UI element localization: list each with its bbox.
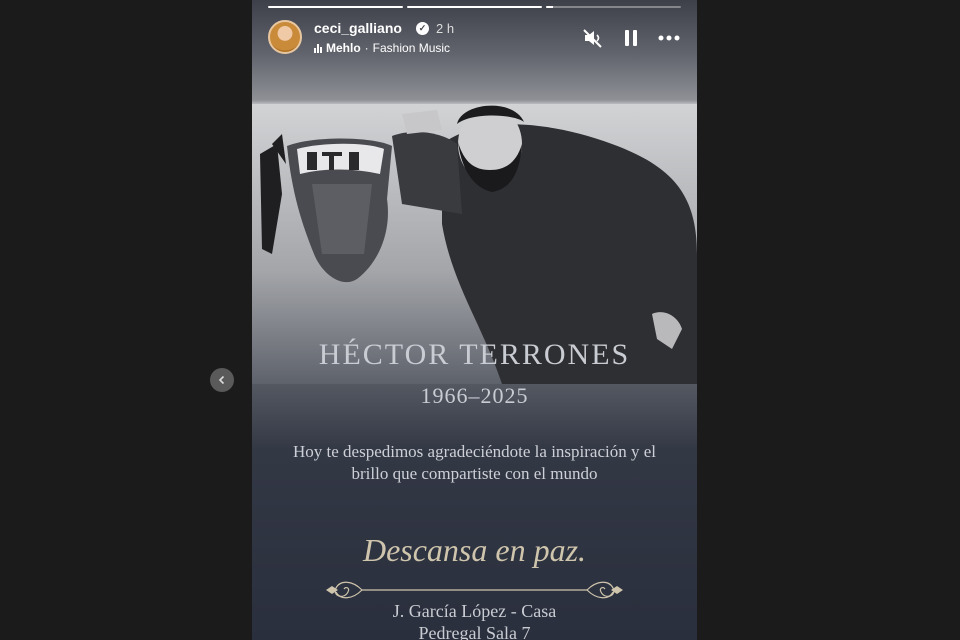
rest-in-peace-text: Descansa en paz. <box>362 532 587 568</box>
story-progress <box>268 6 681 9</box>
tribute-message: Hoy te despedimos agradeciéndote la insp… <box>292 442 657 483</box>
venue-line: Pedregal Sala 7 <box>418 623 531 640</box>
story-controls <box>581 26 681 50</box>
username[interactable]: ceci_galliano <box>314 20 402 36</box>
pause-button[interactable] <box>619 26 643 50</box>
music-equalizer-icon <box>314 43 322 53</box>
deceased-name: HÉCTOR TERRONES <box>318 338 631 371</box>
story-viewer[interactable]: ceci_galliano ✓ 2 h Mehlo · Fashion Musi… <box>252 0 697 640</box>
music-separator: · <box>364 41 369 55</box>
progress-segment <box>268 6 403 8</box>
pause-icon <box>625 30 637 46</box>
song-title: Mehlo <box>326 41 361 55</box>
artist-name: Fashion Music <box>372 41 451 55</box>
story-header: ceci_galliano ✓ 2 h Mehlo · Fashion Musi… <box>268 18 681 58</box>
chevron-left-icon <box>218 375 225 385</box>
avatar[interactable] <box>268 20 302 54</box>
mute-icon <box>583 29 602 48</box>
venue-info: J. García López - Casa Pedregal Sala 7 <box>252 600 697 640</box>
life-years: 1966–2025 <box>420 383 529 408</box>
post-time: 2 h <box>436 21 455 36</box>
progress-segment <box>407 6 542 8</box>
music-info[interactable]: Mehlo · Fashion Music <box>314 41 450 55</box>
venue-line: J. García López - Casa <box>392 601 557 621</box>
mute-button[interactable] <box>581 26 605 50</box>
verified-badge-icon: ✓ <box>416 22 429 35</box>
previous-story-button[interactable] <box>210 368 234 392</box>
progress-segment <box>546 6 681 8</box>
more-icon <box>658 35 680 41</box>
more-options-button[interactable] <box>657 26 681 50</box>
